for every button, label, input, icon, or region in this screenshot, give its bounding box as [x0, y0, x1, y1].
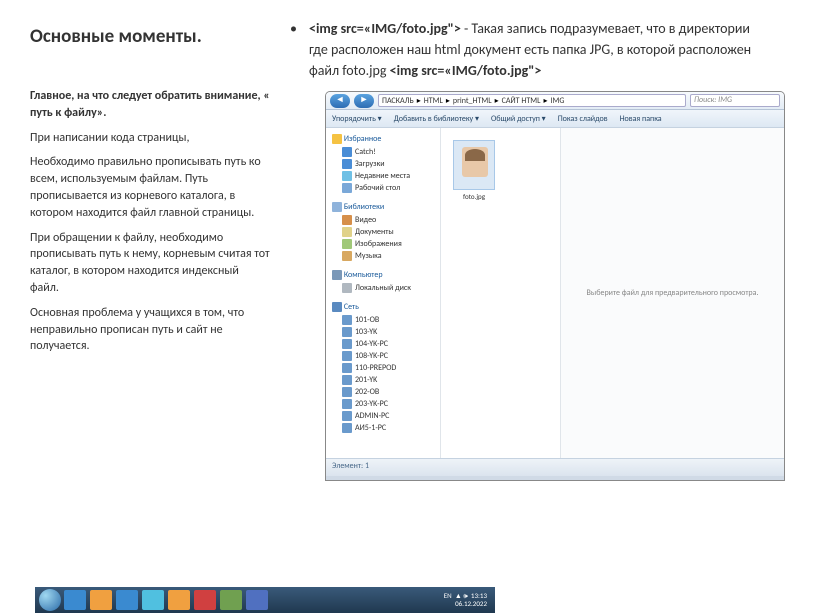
breadcrumb-item[interactable]: ПАСКАЛЬ — [382, 96, 414, 106]
sidebar-item[interactable]: Документы — [328, 226, 438, 238]
disk-icon — [342, 283, 352, 293]
music-icon — [342, 251, 352, 261]
sidebar-item[interactable]: 108-YK-PC — [328, 350, 438, 362]
bullet-dot: • — [290, 18, 297, 81]
file-item[interactable]: foto.jpg — [453, 140, 495, 201]
toolbar-slideshow[interactable]: Показ слайдов — [558, 114, 608, 124]
sidebar-item[interactable]: 103-YK — [328, 326, 438, 338]
sidebar-item[interactable]: Catch! — [328, 146, 438, 158]
bullet-text: <img src=«IMG/foto.jpg"> - Такая запись … — [309, 18, 760, 81]
window-nav-bar: ◄ ► ПАСКАЛЬ▸ HTML▸ print_HTML▸ САЙТ HTML… — [326, 92, 784, 110]
breadcrumb-item[interactable]: IMG — [550, 96, 564, 106]
sidebar-computer-head[interactable]: Компьютер — [328, 268, 438, 282]
taskbar: EN ▲ 🕪 13:1306.12.2022 — [35, 587, 495, 613]
back-button[interactable]: ◄ — [330, 94, 350, 108]
sidebar-network-head[interactable]: Сеть — [328, 300, 438, 314]
code-snippet-2: <img src=«IMG/foto.jpg"> — [390, 62, 542, 79]
sidebar-item[interactable]: 104-YK-PC — [328, 338, 438, 350]
slide-title: Основные моменты. — [30, 25, 270, 48]
image-icon — [342, 239, 352, 249]
toolbar-share[interactable]: Общий доступ ▾ — [491, 114, 546, 124]
file-pane[interactable]: foto.jpg — [441, 128, 561, 458]
sidebar-favorites-head[interactable]: Избранное — [328, 132, 438, 146]
sidebar-item[interactable]: 203-YK-PC — [328, 398, 438, 410]
network-icon — [332, 302, 342, 312]
breadcrumb-item[interactable]: САЙТ HTML — [502, 96, 541, 106]
file-name: foto.jpg — [453, 192, 495, 201]
sidebar-item[interactable]: Рабочий стол — [328, 182, 438, 194]
file-thumbnail — [453, 140, 495, 190]
toolbar-newfolder[interactable]: Новая папка — [620, 114, 662, 124]
breadcrumb-item[interactable]: HTML — [424, 96, 443, 106]
sidebar-item[interactable]: Видео — [328, 214, 438, 226]
system-tray[interactable]: EN ▲ 🕪 13:1306.12.2022 — [444, 592, 491, 609]
pc-icon — [342, 387, 352, 397]
pc-icon — [342, 423, 352, 433]
pc-icon — [342, 351, 352, 361]
library-icon — [332, 202, 342, 212]
paragraph-2: Необходимо правильно прописывать путь ко… — [30, 154, 270, 221]
download-icon — [342, 159, 352, 169]
taskbar-icon[interactable] — [246, 590, 268, 610]
toolbar: Упорядочить ▾ Добавить в библиотеку ▾ Об… — [326, 110, 784, 128]
pc-icon — [342, 363, 352, 373]
document-icon — [342, 227, 352, 237]
toolbar-organize[interactable]: Упорядочить ▾ — [332, 114, 382, 124]
paragraph-3: При обращении к файлу, необходимо пропис… — [30, 230, 270, 297]
taskbar-icon[interactable] — [168, 590, 190, 610]
bullet-item: • <img src=«IMG/foto.jpg"> - Такая запис… — [290, 18, 760, 81]
sidebar-item[interactable]: Локальный диск — [328, 282, 438, 294]
pc-icon — [342, 315, 352, 325]
start-button[interactable] — [39, 589, 61, 611]
pc-icon — [342, 327, 352, 337]
forward-button[interactable]: ► — [354, 94, 374, 108]
taskbar-icon[interactable] — [64, 590, 86, 610]
paragraph-1: При написании кода страницы, — [30, 130, 270, 147]
pc-icon — [342, 399, 352, 409]
breadcrumb-item[interactable]: print_HTML — [453, 96, 492, 106]
paragraph-4: Основная проблема у учащихся в том, что … — [30, 305, 270, 355]
star-icon — [332, 134, 342, 144]
toolbar-library[interactable]: Добавить в библиотеку ▾ — [394, 114, 479, 124]
taskbar-icon[interactable] — [220, 590, 242, 610]
taskbar-icon[interactable] — [116, 590, 138, 610]
sidebar-item[interactable]: АИ5-1-PC — [328, 422, 438, 434]
desktop-icon — [342, 183, 352, 193]
sidebar-item[interactable]: Недавние места — [328, 170, 438, 182]
pc-icon — [342, 339, 352, 349]
recent-icon — [342, 171, 352, 181]
sidebar-item[interactable]: 202-OB — [328, 386, 438, 398]
status-bar: Элемент: 1 — [326, 458, 784, 476]
subtitle: Главное, на что следует обратить внимани… — [30, 88, 270, 122]
sidebar-item[interactable]: Изображения — [328, 238, 438, 250]
breadcrumb[interactable]: ПАСКАЛЬ▸ HTML▸ print_HTML▸ САЙТ HTML▸ IM… — [378, 94, 686, 107]
sidebar-item[interactable]: Загрузки — [328, 158, 438, 170]
sidebar-item[interactable]: ADMIN-PC — [328, 410, 438, 422]
sidebar-item[interactable]: 110-PREPOD — [328, 362, 438, 374]
explorer-window: ◄ ► ПАСКАЛЬ▸ HTML▸ print_HTML▸ САЙТ HTML… — [325, 91, 785, 481]
code-snippet-1: <img src=«IMG/foto.jpg"> — [309, 20, 461, 37]
pc-icon — [342, 375, 352, 385]
search-input[interactable]: Поиск: IMG — [690, 94, 780, 107]
sidebar-item[interactable]: 201-YK — [328, 374, 438, 386]
window-body: Избранное Catch! Загрузки Недавние места… — [326, 128, 784, 458]
taskbar-icon[interactable] — [142, 590, 164, 610]
tray-date: 06.12.2022 — [455, 599, 487, 608]
tray-lang[interactable]: EN — [444, 591, 452, 600]
sidebar-libraries-head[interactable]: Библиотеки — [328, 200, 438, 214]
video-icon — [342, 215, 352, 225]
computer-icon — [332, 270, 342, 280]
sidebar: Избранное Catch! Загрузки Недавние места… — [326, 128, 441, 458]
folder-icon — [342, 147, 352, 157]
sidebar-item[interactable]: 101-OB — [328, 314, 438, 326]
taskbar-icon[interactable] — [90, 590, 112, 610]
taskbar-icon[interactable] — [194, 590, 216, 610]
preview-pane: Выберите файл для предварительного просм… — [561, 128, 784, 458]
sidebar-item[interactable]: Музыка — [328, 250, 438, 262]
pc-icon — [342, 411, 352, 421]
